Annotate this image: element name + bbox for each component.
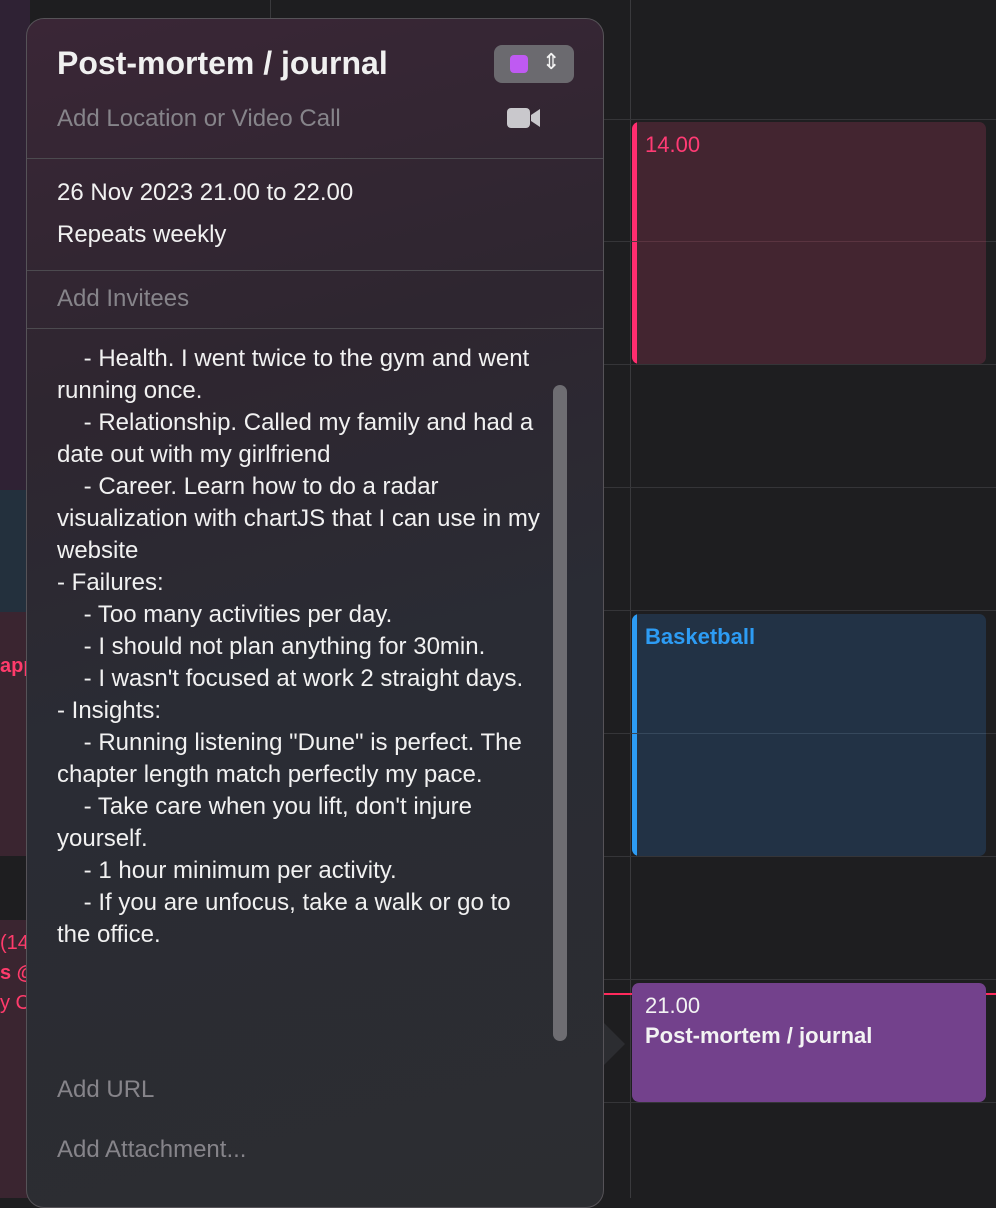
divider <box>27 328 603 329</box>
event-hour-line <box>632 241 986 242</box>
grid-hour-line <box>604 979 996 980</box>
calendar-color-swatch <box>510 55 528 73</box>
divider <box>27 158 603 159</box>
popover-arrow <box>603 1022 625 1066</box>
event-time: 21.00 <box>645 993 701 1018</box>
grid-hour-line <box>604 610 996 611</box>
attachment-field[interactable]: Add Attachment... <box>57 1136 246 1164</box>
grid-hour-line <box>604 487 996 488</box>
calendar-event-selected[interactable]: 21.00 Post-mortem / journal <box>632 983 986 1102</box>
event-time: 14.00 <box>645 132 701 157</box>
event-popover: Post-mortem / journal ⇕ Add Location or … <box>26 18 604 1208</box>
event-repeat[interactable]: Repeats weekly <box>57 221 226 249</box>
calendar-event[interactable]: 14.00 <box>632 122 986 364</box>
video-camera-icon[interactable] <box>507 107 541 129</box>
grid-divider <box>630 0 631 1198</box>
calendar-event[interactable]: Basketball <box>632 614 986 856</box>
divider <box>27 270 603 271</box>
calendar-color-picker[interactable]: ⇕ <box>494 45 574 83</box>
url-field[interactable]: Add URL <box>57 1076 154 1104</box>
event-color-bar <box>632 614 637 856</box>
grid-hour-line <box>604 119 996 120</box>
grid-hour-line <box>604 856 996 857</box>
event-title: Basketball <box>645 624 756 649</box>
event-title: Post-mortem / journal <box>645 1023 873 1048</box>
location-field[interactable]: Add Location or Video Call <box>57 105 341 133</box>
chevron-up-down-icon: ⇕ <box>542 49 561 74</box>
grid-hour-line <box>604 364 996 365</box>
event-color-bar <box>632 122 637 364</box>
invitees-field[interactable]: Add Invitees <box>57 285 189 313</box>
notes-field[interactable]: - Health. I went twice to the gym and we… <box>57 343 547 951</box>
event-title-field[interactable]: Post-mortem / journal <box>57 45 388 82</box>
grid-hour-line <box>604 1102 996 1103</box>
event-hour-line <box>632 733 986 734</box>
notes-scrollbar[interactable] <box>553 385 567 1041</box>
event-date-time[interactable]: 26 Nov 2023 21.00 to 22.00 <box>57 179 353 207</box>
